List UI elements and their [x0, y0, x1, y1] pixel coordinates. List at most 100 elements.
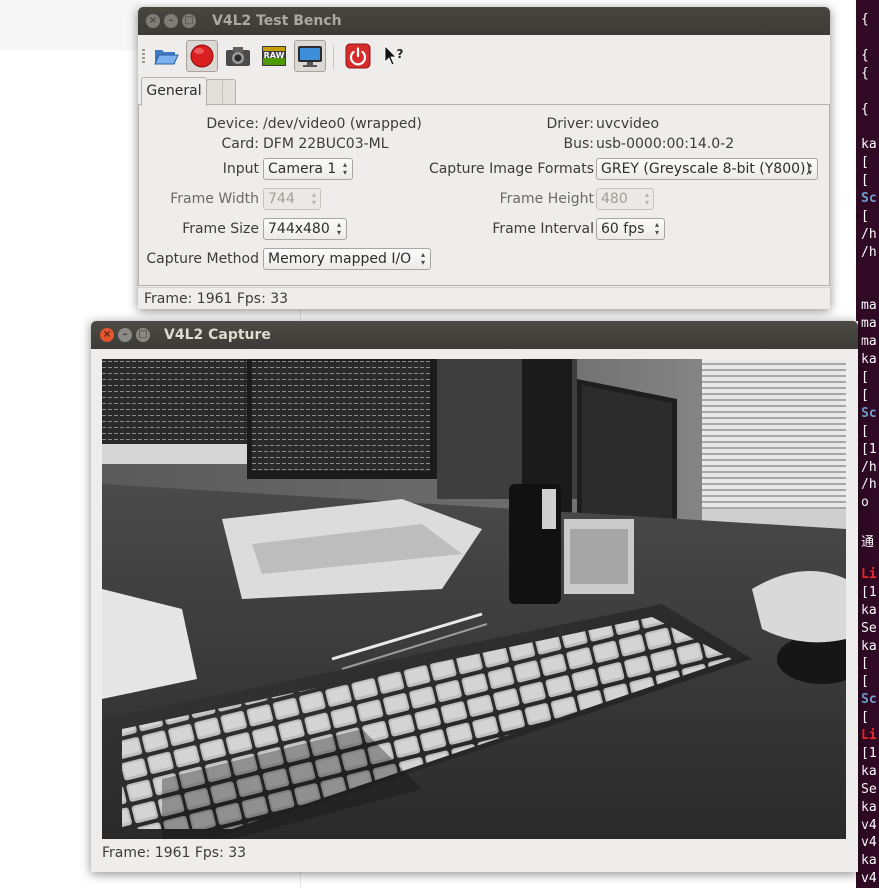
video-frame: [102, 359, 846, 839]
terminal-line: {: [861, 12, 869, 27]
frame-height-label: Frame Height: [499, 191, 594, 207]
terminal-line: ma: [861, 298, 877, 314]
capture-method-combo[interactable]: Memory mapped I/O ▴ ▾: [263, 248, 431, 270]
maximize-icon[interactable]: □: [182, 14, 196, 28]
terminal-line: [: [861, 710, 869, 726]
frame-height-spinbox[interactable]: 480 ▴ ▾: [596, 188, 654, 210]
general-tab-panel: Device: /dev/video0 (wrapped) Driver: uv…: [138, 104, 830, 286]
terminal-line: Sc: [861, 405, 877, 421]
terminal-line: ka: [861, 763, 877, 779]
updown-arrow-icon: ▴ ▾: [342, 160, 347, 177]
raw-button[interactable]: RAW: [258, 40, 290, 72]
terminal-line: [: [861, 656, 869, 672]
frame-width-spinbox[interactable]: 744 ▴ ▾: [263, 188, 321, 210]
open-device-button[interactable]: [150, 40, 182, 72]
terminal-line: /h: [861, 477, 877, 493]
toolbar: RAW ?: [138, 35, 830, 77]
spin-arrows-icon: ▴ ▾: [644, 190, 649, 207]
terminal-line: [: [861, 370, 869, 385]
frame-width-label: Frame Width: [170, 191, 259, 207]
window-title: V4L2 Capture: [164, 327, 271, 343]
svg-text:RAW: RAW: [264, 51, 285, 60]
terminal-line: v4: [861, 835, 877, 851]
window-title: V4L2 Test Bench: [212, 13, 342, 29]
tab-general[interactable]: General: [141, 77, 207, 106]
terminal-line: ka: [861, 137, 877, 153]
whats-this-button[interactable]: ?: [378, 40, 410, 72]
terminal-line: v4: [861, 871, 877, 887]
quit-button[interactable]: [342, 40, 374, 72]
terminal-line: /h: [861, 459, 877, 475]
terminal-line: [: [861, 423, 869, 439]
power-icon: [345, 43, 371, 69]
camera-icon: [226, 47, 250, 66]
frame-width-value: 744: [268, 191, 295, 207]
terminal-line: [: [861, 173, 869, 189]
toolbar-grip[interactable]: [142, 49, 145, 63]
terminal-line: {: [861, 65, 869, 81]
capture-method-label: Capture Method: [146, 251, 259, 267]
test-bench-window[interactable]: × – □ V4L2 Test Bench RAW ? General Devi…: [138, 7, 834, 309]
close-icon[interactable]: ×: [146, 14, 160, 28]
whats-this-icon: ?: [384, 45, 404, 66]
maximize-icon[interactable]: □: [136, 328, 150, 342]
display-icon: [298, 46, 322, 67]
show-frames-button[interactable]: [294, 40, 326, 72]
input-label: Input: [222, 161, 259, 177]
terminal-line: [1: [861, 584, 877, 600]
capture-titlebar[interactable]: × – □ V4L2 Capture: [91, 321, 858, 349]
device-label: Device:: [206, 116, 259, 132]
terminal-line: v4: [861, 817, 877, 833]
status-bar: Frame: 1961 Fps: 33: [138, 287, 834, 310]
terminal-line: [1: [861, 441, 877, 457]
frame-size-label: Frame Size: [182, 221, 259, 237]
frame-interval-combo[interactable]: 60 fps ▴ ▾: [596, 218, 665, 240]
close-icon[interactable]: ×: [100, 328, 114, 342]
terminal-line: ka: [861, 352, 877, 368]
terminal-line: o: [861, 495, 869, 511]
minimize-icon[interactable]: –: [164, 14, 178, 28]
terminal-line: Li: [861, 728, 877, 743]
terminal-line: {: [861, 101, 869, 117]
capture-formats-label: Capture Image Formats: [428, 161, 594, 177]
capture-method-value: Memory mapped I/O: [268, 251, 412, 267]
tab-divider: [222, 81, 223, 103]
terminal-line: ka: [861, 602, 877, 618]
frame-size-value: 744x480: [268, 221, 330, 237]
terminal-line: [: [861, 208, 869, 224]
capture-formats-combo[interactable]: GREY (Greyscale 8-bit (Y800)) ▴ ▾: [596, 158, 818, 180]
updown-arrow-icon: ▴ ▾: [807, 160, 812, 177]
terminal-line: Se: [861, 620, 877, 636]
terminal-line: ma: [861, 316, 877, 332]
terminal-line: Li: [861, 566, 877, 582]
frame-interval-value: 60 fps: [601, 221, 645, 237]
webcam-image: [102, 359, 846, 839]
terminal-line: Sc: [861, 692, 877, 708]
capture-formats-value: GREY (Greyscale 8-bit (Y800)): [601, 161, 811, 177]
input-combo-value: Camera 1: [268, 161, 337, 177]
terminal-line: [: [861, 674, 869, 690]
minimize-icon[interactable]: –: [118, 328, 132, 342]
updown-arrow-icon: ▴ ▾: [654, 220, 659, 237]
card-value: DFM 22BUC03-ML: [263, 136, 389, 152]
input-combo[interactable]: Camera 1 ▴ ▾: [263, 158, 353, 180]
device-value: /dev/video0 (wrapped): [263, 116, 422, 132]
raw-icon: RAW: [262, 46, 286, 66]
snapshot-button[interactable]: [222, 40, 254, 72]
capture-window[interactable]: × – □ V4L2 Capture Frame: 1961 Fps: 33: [91, 321, 858, 872]
terminal-window[interactable]: {{{{ka [[Sc [/h/h ma ma ma ka [[Sc [[1/h/h o 通 Li [1…: [856, 0, 879, 888]
terminal-line: ka: [861, 638, 877, 654]
card-label: Card:: [221, 136, 259, 152]
spin-arrows-icon: ▴ ▾: [311, 190, 316, 207]
record-button[interactable]: [186, 40, 218, 72]
frame-height-value: 480: [601, 191, 628, 207]
toolbar-separator: [333, 45, 334, 69]
terminal-line: Sc: [861, 191, 877, 206]
terminal-line: {: [861, 47, 869, 63]
terminal-line: /h: [861, 226, 877, 242]
capture-status: Frame: 1961 Fps: 33: [102, 845, 247, 861]
frame-size-combo[interactable]: 744x480 ▴ ▾: [263, 218, 347, 240]
frame-interval-label: Frame Interval: [492, 221, 594, 237]
tab-extra[interactable]: [206, 79, 236, 105]
test-bench-titlebar[interactable]: × – □ V4L2 Test Bench: [138, 7, 830, 35]
